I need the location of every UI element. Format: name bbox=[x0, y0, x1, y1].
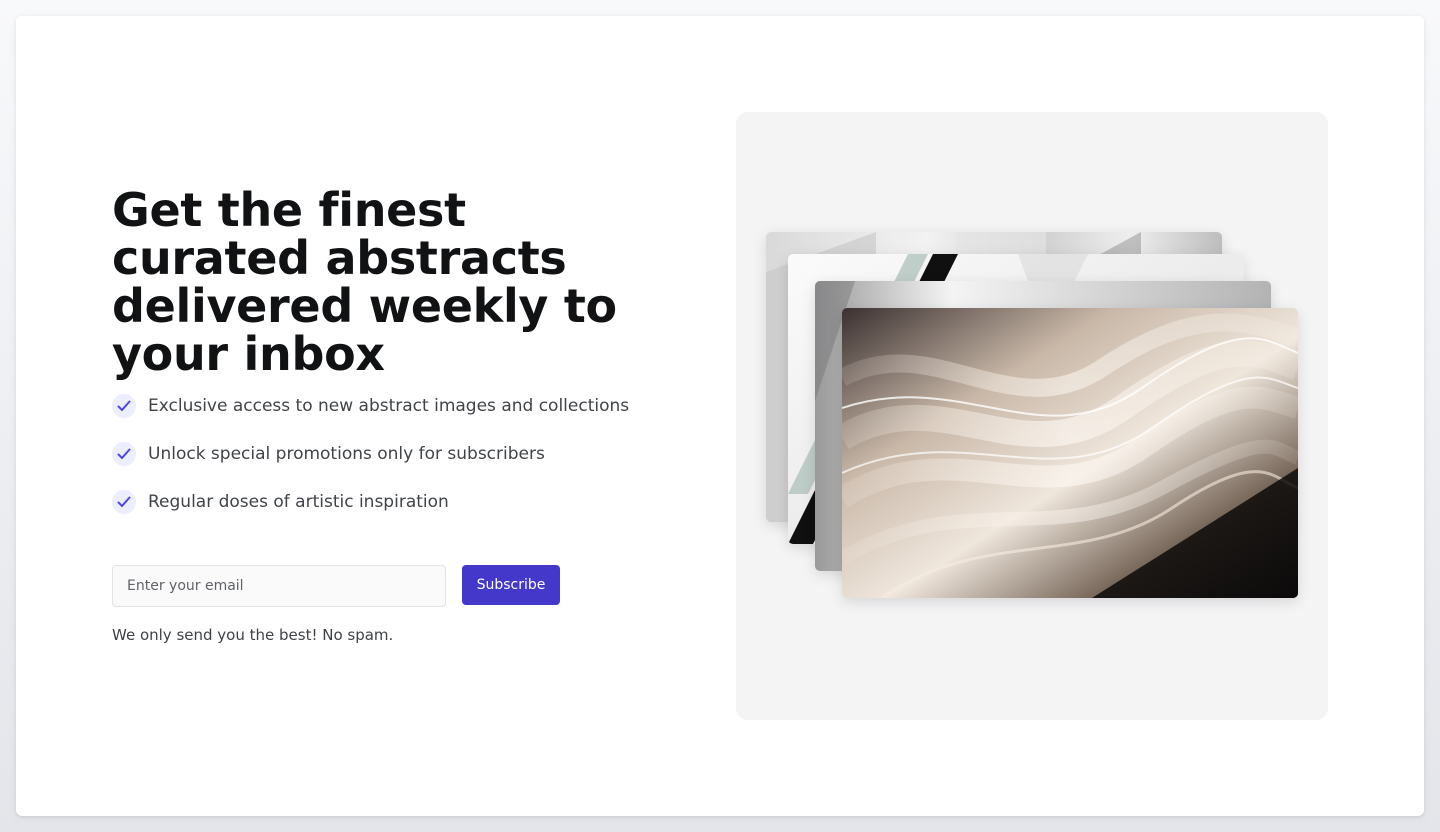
check-icon bbox=[112, 394, 136, 418]
feature-text: Regular doses of artistic inspiration bbox=[148, 492, 449, 512]
abstract-image-featured bbox=[842, 308, 1298, 598]
feature-list: Exclusive access to new abstract images … bbox=[112, 394, 629, 538]
list-item: Unlock special promotions only for subsc… bbox=[112, 442, 629, 466]
subscribe-content: Get the finest curated abstracts deliver… bbox=[112, 16, 672, 816]
subscribe-button[interactable]: Subscribe bbox=[462, 565, 560, 605]
list-item: Exclusive access to new abstract images … bbox=[112, 394, 629, 418]
no-spam-note: We only send you the best! No spam. bbox=[112, 626, 394, 644]
feature-text: Unlock special promotions only for subsc… bbox=[148, 444, 545, 464]
page-title: Get the finest curated abstracts deliver… bbox=[112, 183, 617, 381]
feature-text: Exclusive access to new abstract images … bbox=[148, 396, 630, 416]
image-stack-panel bbox=[736, 112, 1328, 720]
email-field[interactable] bbox=[112, 565, 446, 607]
subscribe-card: Get the finest curated abstracts deliver… bbox=[16, 16, 1424, 816]
check-icon bbox=[112, 442, 136, 466]
check-icon bbox=[112, 490, 136, 514]
list-item: Regular doses of artistic inspiration bbox=[112, 490, 629, 514]
